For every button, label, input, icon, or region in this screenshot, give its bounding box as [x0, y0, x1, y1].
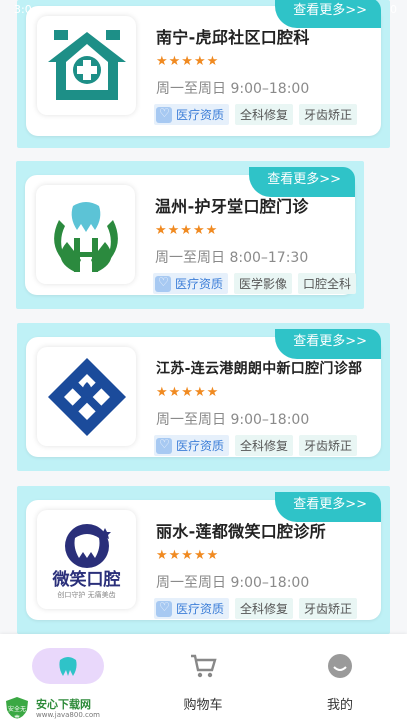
service-tag: 牙齿矫正 [299, 104, 358, 125]
clinic-card-body: 查看更多>> 江苏-连云港朗朗中新口腔门诊部 ★★★★★ 周一至周日 9:00–… [26, 329, 381, 457]
opening-hours: 周一至周日 9:00–18:00 [156, 81, 310, 97]
status-battery: 0 [390, 3, 397, 16]
watermark-url: www.java800.com [36, 711, 100, 719]
clinic-name: 南宁-虎邱社区口腔科 [156, 28, 310, 47]
smile-logo-text: 微笑口腔 [52, 569, 121, 590]
heart-shield-icon [156, 600, 172, 617]
service-tag: 全科修复 [235, 104, 294, 125]
clinic-logo-blue-diamond [37, 347, 136, 446]
qualification-tag[interactable]: 医疗资质 [154, 104, 230, 125]
clinic-card-body: 查看更多>> 微笑口腔 创口守护 无痛美齿 丽水-莲都微笑口腔诊所 ★★★★★ … [26, 492, 381, 620]
service-tag: 牙齿矫正 [299, 435, 358, 456]
service-tag: 全科修复 [235, 435, 294, 456]
tab-cart[interactable]: 购物车 [163, 648, 243, 713]
clinic-card[interactable]: 查看更多>> 温州-护牙堂口腔门诊 ★★★★★ 周一至周日 8:00–17:30… [16, 161, 364, 309]
clinic-card-body: 查看更多>> 南宁-虎邱社区口腔科 ★★★★★ 周一至周日 9:00–18:00… [26, 0, 381, 136]
rating-stars: ★★★★★ [155, 223, 219, 238]
watermark-title: 安心下载网 [36, 698, 91, 711]
clinic-logo-smile-tooth: 微笑口腔 创口守护 无痛美齿 [37, 510, 136, 609]
tab-profile[interactable]: 我的 [300, 648, 380, 713]
clinic-card-body: 查看更多>> 温州-护牙堂口腔门诊 ★★★★★ 周一至周日 8:00–17:30… [25, 167, 357, 295]
opening-hours: 周一至周日 9:00–18:00 [156, 575, 310, 591]
service-tag: 全科修复 [235, 598, 294, 619]
clinic-card[interactable]: 查看更多>> 江苏-连云港朗朗中新口腔门诊部 ★★★★★ 周一至周日 9:00–… [17, 323, 390, 471]
heart-shield-icon [156, 106, 172, 123]
tag-list: 医疗资质 全科修复 牙齿矫正 [154, 104, 358, 125]
status-time: 3:0 [14, 3, 32, 16]
service-tag: 口腔全科 [298, 273, 357, 294]
qualification-tag[interactable]: 医疗资质 [154, 598, 230, 619]
service-tag: 医学影像 [234, 273, 293, 294]
clinic-card[interactable]: 查看更多>> 南宁-虎邱社区口腔科 ★★★★★ 周一至周日 9:00–18:00… [17, 0, 390, 148]
tooth-icon [32, 648, 104, 684]
smile-logo-subtext: 创口守护 无痛美齿 [57, 590, 116, 599]
tab-home[interactable] [28, 648, 108, 694]
rating-stars: ★★★★★ [156, 385, 220, 400]
qualification-tag[interactable]: 医疗资质 [153, 273, 229, 294]
status-bar: 3:0 0 [0, 0, 407, 22]
tag-list: 医疗资质 全科修复 牙齿矫正 [154, 598, 358, 619]
view-more-button[interactable]: 查看更多>> [275, 329, 381, 359]
clinic-name: 丽水-莲都微笑口腔诊所 [156, 522, 326, 541]
tag-list: 医疗资质 医学影像 口腔全科 [153, 273, 357, 294]
heart-shield-icon [156, 437, 172, 454]
cart-icon [167, 648, 239, 684]
clinic-card[interactable]: 查看更多>> 微笑口腔 创口守护 无痛美齿 丽水-莲都微笑口腔诊所 ★★★★★ … [17, 486, 390, 634]
face-icon [304, 648, 376, 684]
clinic-name: 温州-护牙堂口腔门诊 [155, 197, 309, 216]
tab-profile-label: 我的 [326, 698, 353, 713]
service-tag: 牙齿矫正 [299, 598, 358, 619]
rating-stars: ★★★★★ [156, 548, 220, 563]
opening-hours: 周一至周日 9:00–18:00 [156, 412, 310, 428]
watermark-logo: 安全无毒 安心下载网 www.java800.com [4, 696, 114, 722]
qualification-tag[interactable]: 医疗资质 [154, 435, 230, 456]
clinic-name: 江苏-连云港朗朗中新口腔门诊部 [156, 361, 363, 377]
tab-cart-label: 购物车 [183, 698, 223, 713]
watermark-badge: 安全无毒 [7, 706, 26, 722]
opening-hours: 周一至周日 8:00–17:30 [155, 250, 309, 266]
clinic-logo-tooth-leaf [36, 185, 135, 284]
rating-stars: ★★★★★ [156, 54, 220, 69]
heart-shield-icon [155, 275, 171, 292]
clinic-logo-house-cross [37, 16, 136, 115]
tag-list: 医疗资质 全科修复 牙齿矫正 [154, 435, 358, 456]
